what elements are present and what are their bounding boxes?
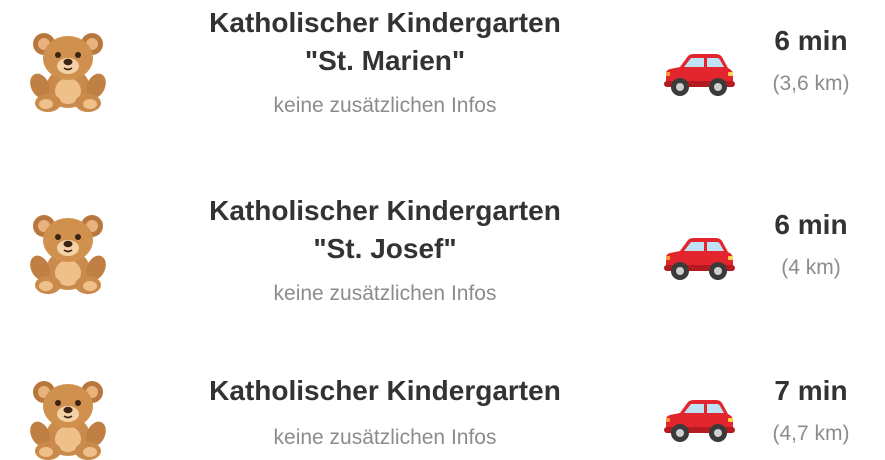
travel-duration: 6 min (774, 209, 848, 240)
car-icon (658, 394, 736, 446)
teddy-bear-icon (26, 210, 110, 294)
item-info: keine zusätzlichen Infos (273, 282, 497, 305)
list-item[interactable]: Katholischer Kindergarten "St. Josef" ke… (0, 180, 885, 320)
item-details: Katholischer Kindergarten "St. Marien" k… (150, 4, 620, 120)
travel-info: 7 min (4,7 km) (752, 372, 870, 448)
travel-distance: (4,7 km) (772, 422, 850, 445)
item-details: Katholischer Kindergarten "St. Josef" ke… (150, 192, 620, 308)
travel-info: 6 min (4 km) (752, 206, 870, 282)
list-item[interactable]: Katholischer Kindergarten keine zusätzli… (0, 364, 885, 452)
travel-duration: 7 min (774, 375, 848, 406)
item-details: Katholischer Kindergarten keine zusätzli… (150, 372, 620, 452)
travel-distance: (4 km) (781, 256, 841, 279)
teddy-bear-icon (26, 376, 110, 460)
kindergarten-list: Katholischer Kindergarten "St. Marien" k… (0, 0, 885, 452)
item-info: keine zusätzlichen Infos (273, 426, 497, 449)
travel-duration: 6 min (774, 25, 848, 56)
item-info: keine zusätzlichen Infos (273, 94, 497, 117)
travel-distance: (3,6 km) (772, 72, 850, 95)
item-title: Katholischer Kindergarten "St. Marien" (209, 7, 561, 76)
car-icon (658, 48, 736, 100)
car-icon (658, 232, 736, 284)
item-title: Katholischer Kindergarten (209, 375, 561, 406)
travel-info: 6 min (3,6 km) (752, 22, 870, 98)
teddy-bear-icon (26, 28, 110, 112)
list-item[interactable]: Katholischer Kindergarten "St. Marien" k… (0, 0, 885, 140)
item-title: Katholischer Kindergarten "St. Josef" (209, 195, 561, 264)
